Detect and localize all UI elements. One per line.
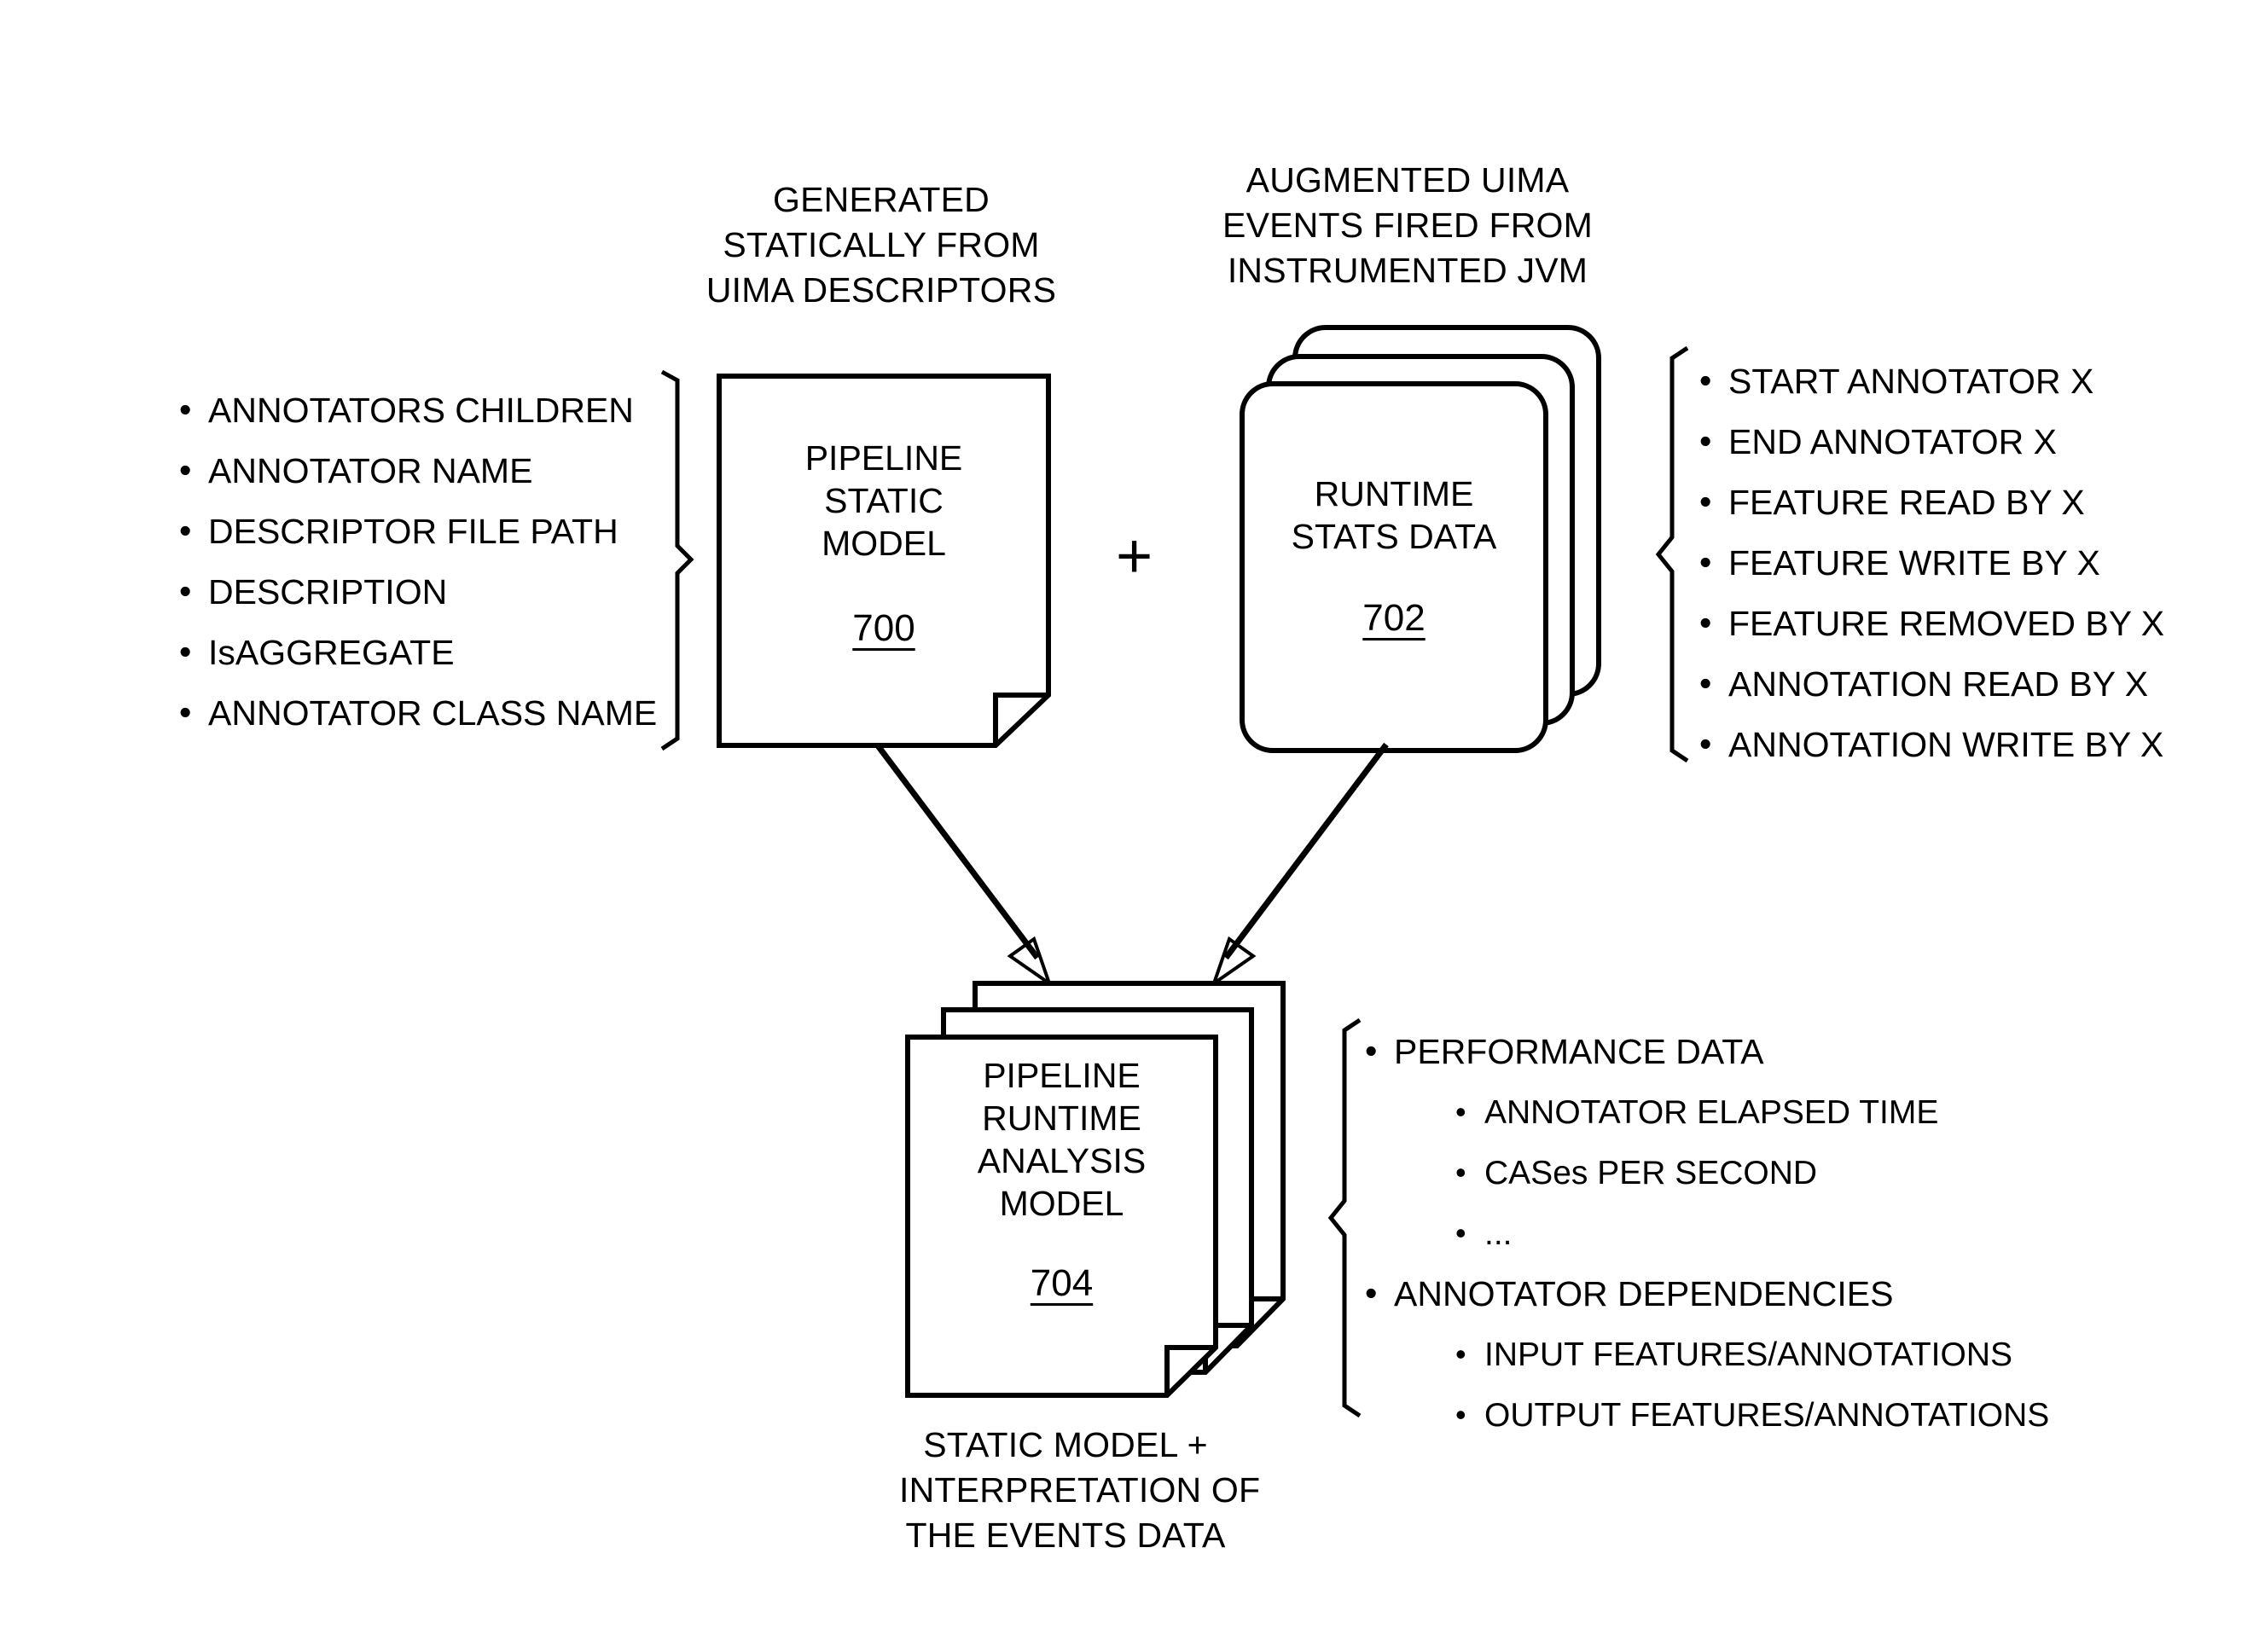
pipeline-runtime-analysis-model-ref: 704: [908, 1262, 1216, 1305]
caption-line: UIMA DESCRIPTORS: [706, 270, 1057, 310]
analysis-outputs-brace: [1327, 1017, 1362, 1418]
list-item: END ANNOTATOR X: [1699, 411, 2164, 472]
list-item: ...: [1365, 1203, 2049, 1264]
list-item: ANNOTATOR DEPENDENCIES: [1365, 1263, 2049, 1324]
caption-line: INTERPRETATION OF: [899, 1470, 1261, 1510]
reference-numeral: 700: [852, 607, 915, 649]
list-item: DESCRIPTOR FILE PATH: [179, 501, 657, 562]
pipeline-runtime-analysis-model-label: PIPELINE RUNTIME ANALYSIS MODEL: [908, 1054, 1216, 1225]
box-label-line: PIPELINE: [804, 438, 963, 478]
list-item: ANNOTATORS CHILDREN: [179, 380, 657, 441]
list-item: OUTPUT FEATURES/ANNOTATIONS: [1365, 1384, 2049, 1446]
caption-line: THE EVENTS DATA: [905, 1516, 1226, 1555]
analysis-model-caption: STATIC MODEL + INTERPRETATION OF THE EVE…: [899, 1423, 1261, 1558]
static-model-attribute-list: ANNOTATORS CHILDREN ANNOTATOR NAME DESCR…: [179, 380, 657, 744]
list-item: INPUT FEATURES/ANNOTATIONS: [1365, 1324, 2049, 1385]
box-label-line: ANALYSIS: [977, 1141, 1147, 1180]
list-item: IsAGGREGATE: [179, 622, 657, 683]
runtime-events-list: START ANNOTATOR X END ANNOTATOR X FEATUR…: [1699, 351, 2164, 775]
box-label-line: STATIC: [824, 481, 944, 520]
list-item: START ANNOTATOR X: [1699, 351, 2164, 412]
arrow-static-model-to-analysis: [874, 742, 1053, 988]
arrow-runtime-stats-to-analysis: [1211, 742, 1389, 988]
pipeline-static-model-ref: 700: [717, 607, 1051, 650]
reference-numeral: 702: [1362, 597, 1426, 639]
box-label-line: RUNTIME: [982, 1098, 1141, 1138]
reference-numeral: 704: [1030, 1262, 1094, 1304]
box-label-line: RUNTIME: [1314, 474, 1474, 513]
list-item: ANNOTATOR CLASS NAME: [179, 682, 657, 744]
runtime-stats-caption: AUGMENTED UIMA EVENTS FIRED FROM INSTRUM…: [1203, 158, 1612, 293]
runtime-stats-data-label: RUNTIME STATS DATA: [1242, 472, 1546, 558]
caption-line: GENERATED: [773, 180, 990, 219]
left-attributes-brace: [660, 369, 694, 751]
box-label-line: STATS DATA: [1291, 517, 1497, 556]
list-item: FEATURE READ BY X: [1699, 472, 2164, 533]
runtime-stats-data-ref: 702: [1242, 597, 1546, 640]
list-item: ANNOTATOR ELAPSED TIME: [1365, 1081, 2049, 1143]
caption-line: AUGMENTED UIMA: [1246, 160, 1570, 200]
list-item: ANNOTATION READ BY X: [1699, 653, 2164, 715]
box-label-line: MODEL: [822, 524, 946, 563]
static-model-caption: GENERATED STATICALLY FROM UIMA DESCRIPTO…: [676, 177, 1086, 313]
analysis-outputs-list: PERFORMANCE DATA ANNOTATOR ELAPSED TIME …: [1365, 1021, 2049, 1446]
plus-operator: +: [1116, 520, 1153, 591]
list-item: FEATURE REMOVED BY X: [1699, 593, 2164, 654]
caption-line: INSTRUMENTED JVM: [1227, 251, 1588, 290]
box-label-line: MODEL: [999, 1184, 1124, 1223]
list-item: ANNOTATION WRITE BY X: [1699, 714, 2164, 775]
runtime-events-brace: [1655, 345, 1689, 763]
patent-figure-canvas: ANNOTATORS CHILDREN ANNOTATOR NAME DESCR…: [0, 0, 2253, 1652]
list-item: DESCRIPTION: [179, 561, 657, 623]
pipeline-static-model-label: PIPELINE STATIC MODEL: [717, 437, 1051, 565]
list-item: PERFORMANCE DATA: [1365, 1021, 2049, 1082]
list-item: FEATURE WRITE BY X: [1699, 532, 2164, 594]
box-label-line: PIPELINE: [983, 1056, 1141, 1095]
caption-line: STATICALLY FROM: [723, 225, 1040, 264]
caption-line: STATIC MODEL +: [923, 1425, 1208, 1464]
caption-line: EVENTS FIRED FROM: [1222, 206, 1593, 245]
list-item: ANNOTATOR NAME: [179, 440, 657, 501]
list-item: CASes PER SECOND: [1365, 1142, 2049, 1203]
